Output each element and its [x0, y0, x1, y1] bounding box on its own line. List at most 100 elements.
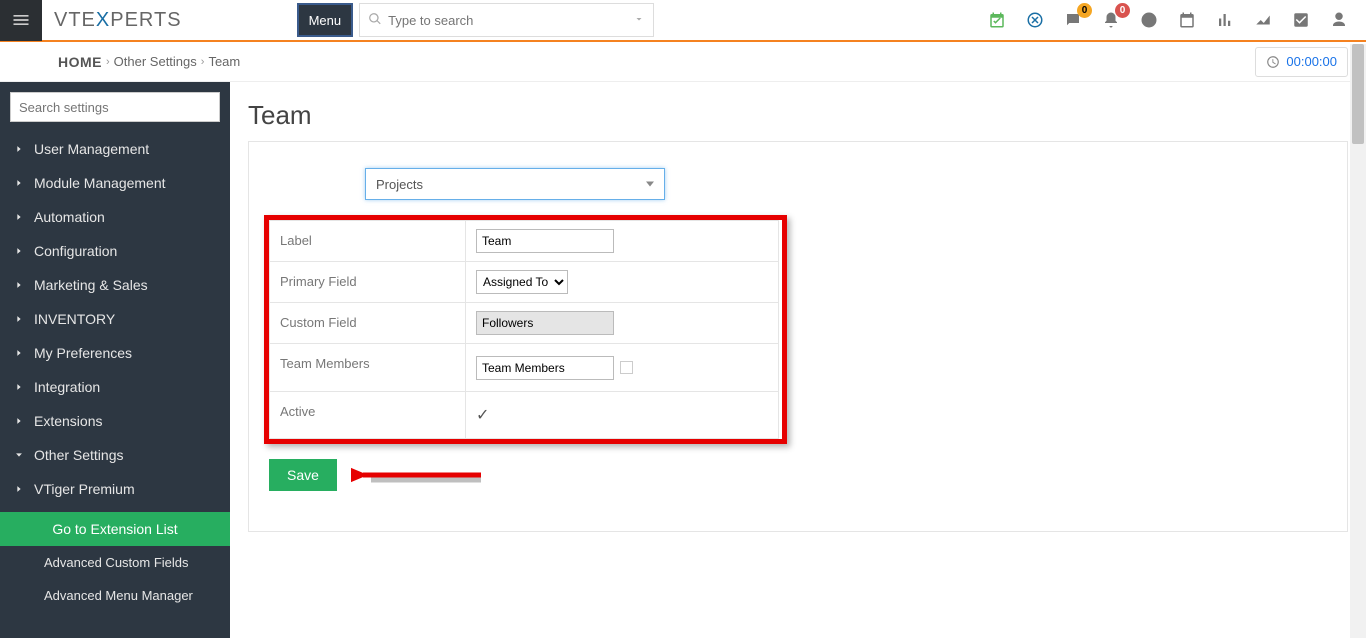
label-input[interactable] [476, 229, 614, 253]
breadcrumb-item-1[interactable]: Other Settings [114, 54, 197, 69]
sidebar-item-user-management[interactable]: User Management [0, 132, 230, 166]
breadcrumb-item-2: Team [208, 54, 240, 69]
chevron-right-icon [14, 178, 24, 188]
sidebar-item-inventory[interactable]: INVENTORY [0, 302, 230, 336]
menu-button[interactable]: Menu [297, 3, 354, 37]
form-box-wrap: Label Primary Field Assigned To [269, 220, 779, 439]
timer-widget[interactable]: 00:00:00 [1255, 47, 1348, 77]
module-select[interactable]: Projects [365, 168, 665, 200]
sidebar-sub-advanced-custom-fields[interactable]: Advanced Custom Fields [0, 546, 230, 579]
plus-circle-icon[interactable] [1140, 11, 1158, 29]
breadcrumb-sep: › [201, 56, 205, 68]
search-icon [368, 12, 382, 29]
check-square-icon[interactable] [1292, 11, 1310, 29]
save-button[interactable]: Save [269, 459, 337, 491]
sidebar-item-integration[interactable]: Integration [0, 370, 230, 404]
chevron-right-icon [14, 280, 24, 290]
label-caption: Label [270, 221, 466, 261]
layout: User Management Module Management Automa… [0, 82, 1366, 638]
active-caption: Active [270, 392, 466, 438]
chevron-right-icon [14, 246, 24, 256]
scrollbar-thumb[interactable] [1352, 44, 1364, 144]
members-cell [466, 344, 778, 391]
sidebar-item-vtiger-premium[interactable]: VTiger Premium [0, 472, 230, 506]
sidebar-sub-advanced-menu-manager[interactable]: Advanced Menu Manager [0, 579, 230, 612]
main-content: Team Projects Label Primary F [230, 82, 1366, 638]
breadcrumb-sep: › [106, 56, 110, 68]
brand-mid: X [96, 9, 110, 32]
members-caption: Team Members [270, 344, 466, 391]
chevron-right-icon [14, 144, 24, 154]
chevron-right-icon [14, 382, 24, 392]
settings-panel: Projects Label Primary Field [248, 141, 1348, 532]
sidebar-item-label: Other Settings [34, 447, 124, 463]
breadcrumb-row: HOME › Other Settings › Team 00:00:00 [0, 42, 1366, 82]
chat-badge: 0 [1077, 3, 1092, 18]
go-to-extension-list[interactable]: Go to Extension List [0, 512, 230, 546]
sidebar-item-extensions[interactable]: Extensions [0, 404, 230, 438]
settings-sidebar: User Management Module Management Automa… [0, 82, 230, 638]
calendar-grid-icon[interactable] [1178, 11, 1196, 29]
sidebar-item-label: Module Management [34, 175, 166, 191]
brand-logo: VTEXPERTS [54, 9, 182, 32]
search-settings-input[interactable] [10, 92, 220, 122]
breadcrumb-home[interactable]: HOME [58, 54, 102, 70]
sidebar-item-configuration[interactable]: Configuration [0, 234, 230, 268]
hamburger-icon [11, 10, 31, 30]
bell-badge: 0 [1115, 3, 1130, 18]
form-row-label: Label [270, 221, 778, 262]
sidebar-item-label: Extensions [34, 413, 102, 429]
module-select-value: Projects [376, 177, 423, 192]
bar-chart-icon[interactable] [1216, 11, 1234, 29]
area-chart-icon[interactable] [1254, 11, 1272, 29]
chat-icon[interactable]: 0 [1064, 11, 1082, 29]
members-input[interactable] [476, 356, 614, 380]
hamburger-menu[interactable] [0, 0, 42, 41]
form-box: Label Primary Field Assigned To [269, 220, 779, 439]
page-title: Team [248, 100, 1348, 131]
active-cell: ✓ [466, 392, 778, 438]
timer-value: 00:00:00 [1286, 54, 1337, 69]
members-extra-checkbox[interactable] [620, 361, 633, 374]
sidebar-item-marketing-sales[interactable]: Marketing & Sales [0, 268, 230, 302]
arrow-annotation-icon [351, 460, 491, 490]
chevron-down-icon[interactable] [633, 13, 645, 28]
top-icon-bar: 0 0 [988, 11, 1366, 29]
calendar-check-icon[interactable] [988, 11, 1006, 29]
global-search[interactable] [359, 3, 654, 37]
brand-suffix: PERTS [110, 9, 181, 32]
chevron-down-icon [14, 450, 24, 460]
label-cell [466, 221, 778, 261]
save-row: Save [269, 459, 1327, 491]
clock-icon [1266, 55, 1280, 69]
sidebar-item-automation[interactable]: Automation [0, 200, 230, 234]
custom-caption: Custom Field [270, 303, 466, 343]
search-input[interactable] [388, 13, 633, 28]
user-icon[interactable] [1330, 11, 1348, 29]
bell-icon[interactable]: 0 [1102, 11, 1120, 29]
app-icon[interactable] [1026, 11, 1044, 29]
chevron-right-icon [14, 348, 24, 358]
active-checkmark-icon[interactable]: ✓ [476, 405, 489, 425]
sidebar-item-label: User Management [34, 141, 149, 157]
module-select-row: Projects [269, 168, 1327, 200]
sidebar-item-label: Marketing & Sales [34, 277, 148, 293]
sidebar-item-label: VTiger Premium [34, 481, 135, 497]
chevron-right-icon [14, 416, 24, 426]
chevron-right-icon [14, 314, 24, 324]
primary-select[interactable]: Assigned To [476, 270, 568, 294]
topbar: VTEXPERTS Menu 0 0 [0, 0, 1366, 42]
sidebar-item-label: Integration [34, 379, 100, 395]
form-row-members: Team Members [270, 344, 778, 392]
chevron-right-icon [14, 484, 24, 494]
sidebar-item-label: My Preferences [34, 345, 132, 361]
sidebar-item-other-settings[interactable]: Other Settings [0, 438, 230, 472]
scrollbar-track[interactable] [1350, 44, 1366, 638]
custom-cell [466, 303, 778, 343]
sidebar-item-label: Automation [34, 209, 105, 225]
primary-cell: Assigned To [466, 262, 778, 302]
search-settings-wrap [10, 92, 220, 122]
sidebar-item-my-preferences[interactable]: My Preferences [0, 336, 230, 370]
primary-caption: Primary Field [270, 262, 466, 302]
sidebar-item-module-management[interactable]: Module Management [0, 166, 230, 200]
